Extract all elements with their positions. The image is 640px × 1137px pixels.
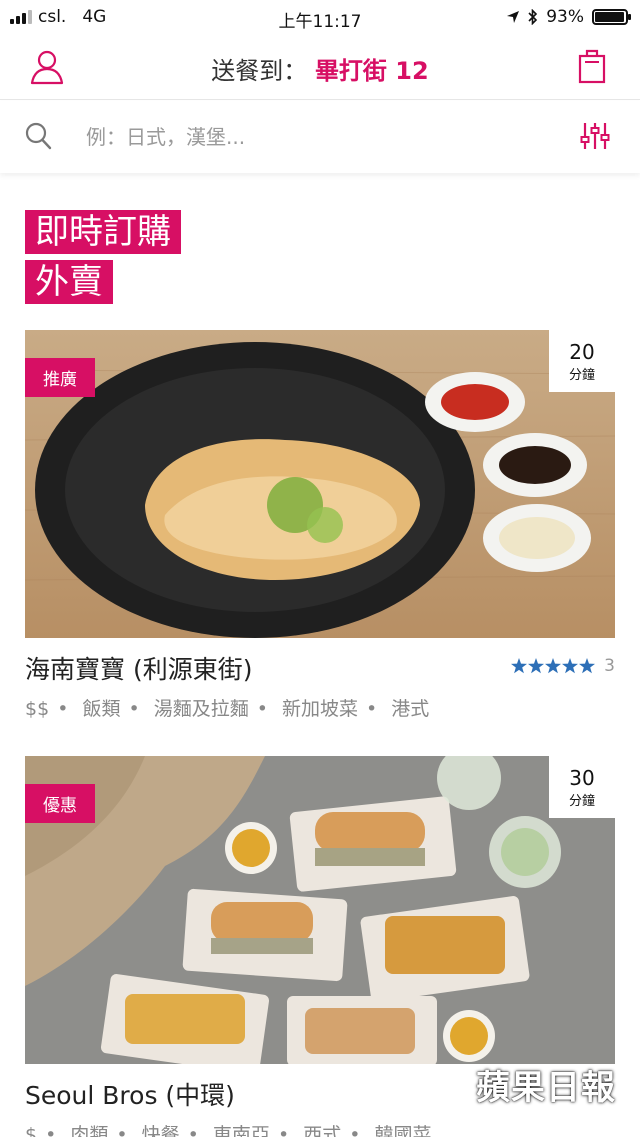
tag: $$: [25, 698, 50, 720]
battery-icon: [592, 9, 631, 25]
status-right: 93%: [506, 7, 631, 27]
app-header: 送餐到： 畢打街 12: [0, 36, 640, 100]
tag: 新加坡菜: [282, 698, 359, 720]
delivery-address[interactable]: 送餐到： 畢打街 12: [0, 51, 640, 86]
tag: $: [25, 1124, 38, 1137]
tag: 飯類: [82, 698, 121, 720]
restaurant-tags: $ • 肉類 • 快餐 • 東南亞 • 西式 • 韓國菜: [25, 1120, 615, 1137]
search-icon: [24, 121, 52, 155]
restaurant-card[interactable]: 推廣 20 分鐘 海南寶寶 (利源東街) 3 $$ • 飯類 • 湯麵及拉麵 • 新加…: [25, 330, 615, 721]
eta-unit: 分鐘: [568, 794, 595, 809]
bluetooth-icon: [528, 9, 538, 25]
status-bar: csl. 4G 上午11:17 93%: [0, 0, 640, 36]
eta-minutes: 30: [569, 766, 595, 790]
promo-badge: 推廣: [25, 358, 95, 397]
deal-badge: 優惠: [25, 784, 95, 823]
watermark: 蘋果日報: [476, 1068, 616, 1108]
address-value: 畢打街 12: [314, 57, 429, 85]
eta-box: 30 分鐘: [549, 756, 615, 818]
deliver-label: 送餐到：: [211, 57, 308, 85]
tag: 東南亞: [212, 1124, 270, 1137]
rating: 3: [511, 656, 615, 676]
tag: 港式: [391, 698, 430, 720]
restaurant-photo: 優惠 30 分鐘: [25, 756, 615, 1064]
eta-box: 20 分鐘: [549, 330, 615, 392]
tag: 肉類: [70, 1124, 109, 1137]
eta-minutes: 20: [569, 340, 595, 364]
page-title-line2: 外賣: [25, 260, 113, 304]
restaurant-tags: $$ • 飯類 • 湯麵及拉麵 • 新加坡菜 • 港式: [25, 698, 430, 720]
star-icon: [511, 658, 596, 674]
eta-unit: 分鐘: [568, 368, 595, 383]
tag: 西式: [303, 1124, 342, 1137]
search-bar: [0, 101, 640, 173]
location-arrow-icon: [507, 11, 520, 23]
filter-icon[interactable]: [580, 121, 610, 155]
search-input[interactable]: [86, 119, 526, 155]
battery-percent: 93%: [546, 7, 584, 27]
rating-count: 3: [604, 656, 615, 676]
bag-icon[interactable]: [578, 48, 606, 88]
tag: 快餐: [141, 1124, 180, 1137]
restaurant-photo: 推廣 20 分鐘: [25, 330, 615, 638]
page-title-line1: 即時訂購: [25, 210, 181, 254]
tag: 湯麵及拉麵: [153, 698, 249, 720]
tag: 韓國菜: [374, 1124, 432, 1137]
